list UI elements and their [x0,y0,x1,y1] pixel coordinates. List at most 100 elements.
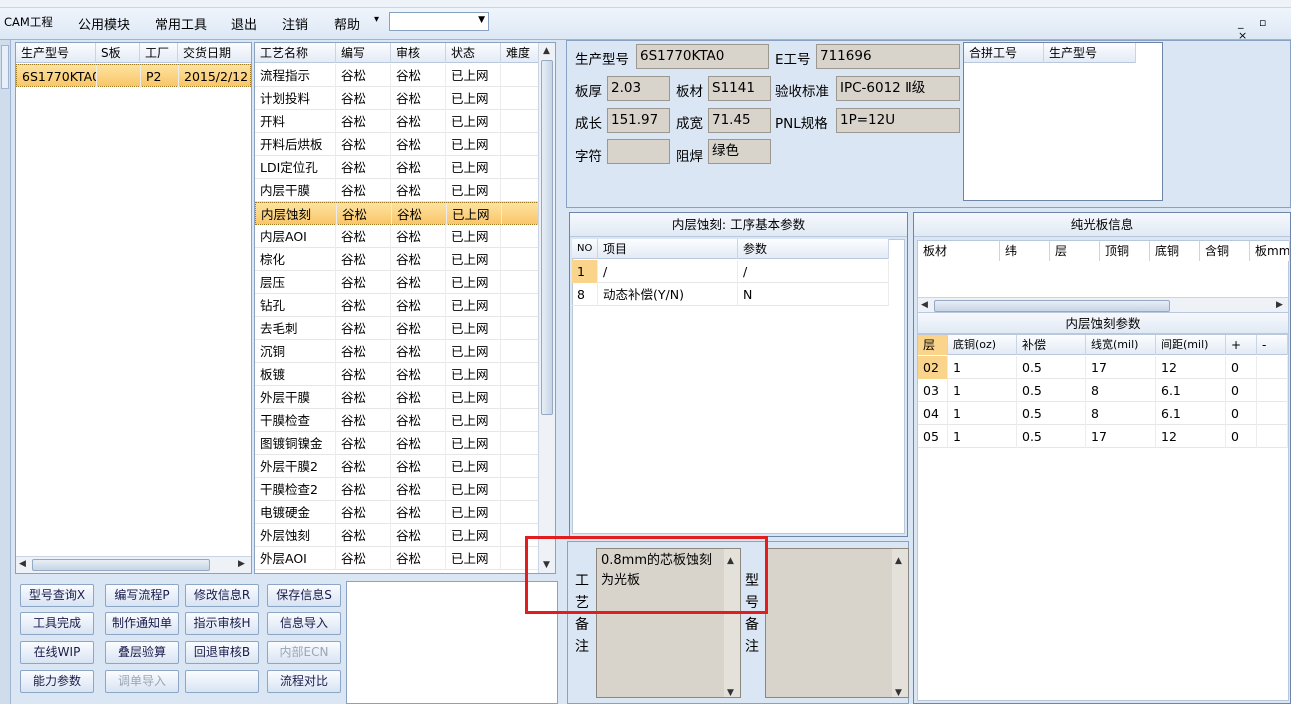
chevron-down-icon[interactable]: ▼ [478,15,485,25]
modify-info-button[interactable]: 修改信息R [185,584,259,607]
menu-combo-box[interactable]: ▼ [389,12,489,31]
col-header-item[interactable]: 项目 [598,239,738,259]
info-import-button[interactable]: 信息导入 [267,612,341,635]
edit-flow-button[interactable]: 编写流程P [105,584,179,607]
col-header-line-width[interactable]: 线宽(mil) [1086,335,1156,355]
table-row[interactable]: 内层蚀刻 谷松 谷松 已上网 [255,202,541,226]
table-row[interactable]: 开料 谷松 谷松 已上网 [255,110,540,133]
window-control-buttons[interactable]: _ ▫ × [1238,16,1272,42]
chevron-down-icon[interactable]: ▾ [374,14,379,25]
table-row[interactable]: 外层干膜2 谷松 谷松 已上网 [255,455,540,478]
col-header-author[interactable]: 编写 [336,43,391,63]
col-header-no[interactable]: NO [572,239,598,259]
col-header-bottom-copper[interactable]: 底铜 [1150,241,1200,261]
col-header-minus[interactable]: - [1257,335,1288,355]
col-header-plus[interactable]: + [1226,335,1257,355]
table-row[interactable]: 外层AOI 谷松 谷松 已上网 [255,547,540,570]
instruction-review-button[interactable]: 指示审核H [185,612,259,635]
col-header-board-material[interactable]: 板材 [918,241,1000,261]
col-header-merge-model[interactable]: 生产型号 [1044,43,1136,63]
blank-button[interactable] [185,670,259,693]
horizontal-scrollbar[interactable]: ◀ ▶ [16,556,251,573]
table-row[interactable]: 流程指示 谷松 谷松 已上网 [255,64,540,87]
menu-common-tools[interactable]: 常用工具 [155,14,207,33]
table-row[interactable]: 层压 谷松 谷松 已上网 [255,271,540,294]
table-row[interactable]: 电镀硬金 谷松 谷松 已上网 [255,501,540,524]
field-char[interactable] [607,139,670,164]
col-header-s-board[interactable]: S板 [96,43,140,63]
table-row[interactable]: 开料后烘板 谷松 谷松 已上网 [255,133,540,156]
table-row[interactable]: 02 1 0.5 17 12 0 [918,356,1288,379]
table-row[interactable]: 去毛刺 谷松 谷松 已上网 [255,317,540,340]
side-tab[interactable] [1,45,9,89]
table-row[interactable]: LDI定位孔 谷松 谷松 已上网 [255,156,540,179]
table-row[interactable]: 干膜检查 谷松 谷松 已上网 [255,409,540,432]
table-row[interactable]: 内层干膜 谷松 谷松 已上网 [255,179,540,202]
menu-cam-project[interactable]: CAM工程 [4,14,53,30]
scroll-right-icon[interactable]: ▶ [238,559,245,569]
scroll-down-icon[interactable]: ▼ [727,683,734,703]
scroll-left-icon[interactable]: ◀ [921,300,928,310]
field-model[interactable]: 6S1770KTA0 [636,44,769,69]
col-header-model[interactable]: 生产型号 [16,43,96,63]
col-header-spacing[interactable]: 间距(mil) [1156,335,1226,355]
menu-public-modules[interactable]: 公用模块 [78,14,130,33]
table-row[interactable]: 板镀 谷松 谷松 已上网 [255,363,540,386]
field-material[interactable]: S1141 [708,76,771,101]
table-row[interactable]: 04 1 0.5 8 6.1 0 [918,402,1288,425]
scrollbar-thumb[interactable] [541,60,553,415]
table-row[interactable]: 05 1 0.5 17 12 0 [918,425,1288,448]
field-thickness[interactable]: 2.03 [607,76,670,101]
table-row[interactable]: 棕化 谷松 谷松 已上网 [255,248,540,271]
window-controls[interactable]: _ ▫ × [1238,16,1291,42]
scrollbar-thumb[interactable] [934,300,1170,312]
table-row[interactable]: 钻孔 谷松 谷松 已上网 [255,294,540,317]
col-header-board-mm[interactable]: 板mm [1250,241,1290,261]
menu-logout[interactable]: 注销 [282,14,308,33]
menu-help[interactable]: 帮助 [334,14,360,33]
save-info-button[interactable]: 保存信息S [267,584,341,607]
col-header-merge-no[interactable]: 合拼工号 [964,43,1044,63]
table-row[interactable]: 计划投料 谷松 谷松 已上网 [255,87,540,110]
field-length[interactable]: 151.97 [607,108,670,133]
col-header-compensation[interactable]: 补偿 [1017,335,1086,355]
capability-params-button[interactable]: 能力参数 [20,670,94,693]
scroll-right-icon[interactable]: ▶ [1276,300,1283,310]
internal-ecn-button[interactable]: 内部ECN [267,641,341,664]
col-header-reviewer[interactable]: 审核 [391,43,446,63]
col-header-factory[interactable]: 工厂 [140,43,178,63]
table-row[interactable]: 1 / / [572,260,889,283]
model-remark-textarea[interactable]: ▲ ▼ [765,548,909,698]
model-query-button[interactable]: 型号查询X [20,584,94,607]
rollback-review-button[interactable]: 回退审核B [185,641,259,664]
table-row[interactable]: 沉铜 谷松 谷松 已上网 [255,340,540,363]
col-header-contains-copper[interactable]: 含铜 [1200,241,1250,261]
scrollbar-thumb[interactable] [32,559,210,571]
field-width[interactable]: 71.45 [708,108,771,133]
col-header-layer[interactable]: 层 [1050,241,1100,261]
col-header-base-copper[interactable]: 底铜(oz) [948,335,1017,355]
table-row[interactable]: 外层干膜 谷松 谷松 已上网 [255,386,540,409]
col-header-value[interactable]: 参数 [738,239,889,259]
field-mask[interactable]: 绿色 [708,139,771,164]
scroll-up-icon[interactable]: ▲ [895,551,902,571]
menu-exit[interactable]: 退出 [231,14,257,33]
scroll-up-icon[interactable]: ▲ [543,46,550,56]
col-header-weft[interactable]: 纬 [1000,241,1050,261]
table-row[interactable]: 外层蚀刻 谷松 谷松 已上网 [255,524,540,547]
stackup-check-button[interactable]: 叠层验算 [105,641,179,664]
tool-complete-button[interactable]: 工具完成 [20,612,94,635]
table-row[interactable]: 图镀铜镍金 谷松 谷松 已上网 [255,432,540,455]
scroll-left-icon[interactable]: ◀ [19,559,26,569]
make-notice-button[interactable]: 制作通知单 [105,612,179,635]
field-e-no[interactable]: 711696 [816,44,960,69]
online-wip-button[interactable]: 在线WIP [20,641,94,664]
vertical-scrollbar[interactable]: ▲ ▼ [891,549,908,698]
col-header-due-date[interactable]: 交货日期 [178,43,251,63]
table-row[interactable]: 6S1770KTA0 P2 2015/2/12 [16,64,251,88]
vertical-scrollbar[interactable]: ▲ ▼ [538,43,555,573]
table-row[interactable]: 干膜检查2 谷松 谷松 已上网 [255,478,540,501]
col-header-difficulty[interactable]: 难度 [501,43,540,63]
table-row[interactable]: 8 动态补偿(Y/N) N [572,283,889,306]
col-header-process[interactable]: 工艺名称 [255,43,336,63]
